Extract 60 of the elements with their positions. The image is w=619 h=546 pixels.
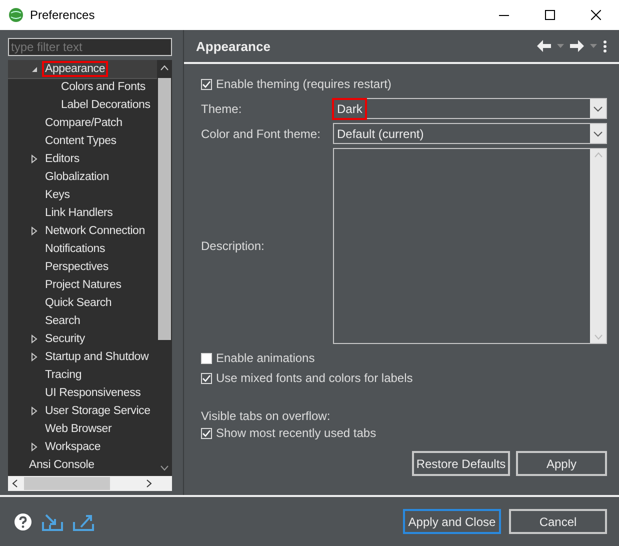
scroll-down-icon[interactable] [160,465,169,471]
export-icon[interactable] [73,512,94,530]
tree-item[interactable]: Search [8,312,157,330]
page-title: Appearance [196,38,272,54]
tree-item[interactable]: Label Decorations [8,96,157,114]
dropdown[interactable]: Default (current) [333,123,607,144]
scroll-left-icon[interactable] [12,479,18,488]
maximize-icon[interactable] [545,10,555,20]
tree-item[interactable]: Security [8,330,157,348]
cancel-button[interactable]: Cancel [509,509,607,534]
tree-item[interactable]: Compare/Patch [8,114,157,132]
checkbox-label[interactable]: Use mixed fonts and colors for labels [216,371,413,385]
dropdown[interactable]: Dark [333,98,607,119]
tree-item[interactable]: Colors and Fonts [8,78,157,96]
tree-item[interactable]: Content Types [8,132,157,150]
apply-button[interactable]: Apply [516,451,607,476]
checkbox-label[interactable]: Show most recently used tabs [216,426,376,440]
tree-item[interactable]: Project Natures [8,276,157,294]
tree-item[interactable]: Keys [8,186,157,204]
checkbox[interactable] [201,428,212,438]
horizontal-scrollbar[interactable] [8,476,172,491]
section-label: Visible tabs on overflow: [201,409,332,423]
tree-item[interactable]: Ansi Console [8,456,157,474]
caret-icon[interactable] [593,106,603,112]
apply-and-close-button[interactable]: Apply and Close [403,509,501,534]
tree-item[interactable]: UI Responsiveness [8,384,157,402]
checkbox-label[interactable]: Enable theming (requires restart) [216,77,392,91]
close-icon[interactable] [591,10,601,20]
tree-item[interactable]: Globalization [8,168,157,186]
app-icon [8,7,24,23]
restore-defaults-button[interactable]: Restore Defaults [412,451,510,476]
tree-item[interactable]: Startup and Shutdow [8,348,157,366]
scroll-right-icon[interactable] [146,479,152,488]
tree-item[interactable]: Tracing [8,366,157,384]
tree-item[interactable]: Link Handlers [8,204,157,222]
tree-item[interactable]: Notifications [8,240,157,258]
menu-icon[interactable] [603,40,607,52]
field-label: Color and Font theme: [201,126,322,140]
help-icon[interactable] [14,512,32,530]
tree-item[interactable]: Workspace [8,438,157,456]
import-icon[interactable] [42,512,63,530]
tree-item[interactable]: Network Connection [8,222,157,240]
field-label: Description: [201,238,266,255]
forward-icon[interactable] [570,40,584,52]
tree-item[interactable]: User Storage Service [8,402,157,420]
tree-item[interactable]: Perspectives [8,258,157,276]
tree-item[interactable]: Web Browser [8,420,157,438]
back-icon[interactable] [537,40,551,52]
checkbox[interactable] [201,372,212,384]
window-title: Preferences [30,8,96,22]
checkbox[interactable] [201,352,212,364]
filter-field[interactable]: type filter text [8,38,172,56]
tree-item[interactable]: Appearance [8,60,157,78]
checkbox-label[interactable]: Enable animations [216,351,315,365]
scroll-up-icon[interactable] [160,65,169,71]
checkbox[interactable] [201,78,212,90]
tree-item[interactable]: Quick Search [8,294,157,312]
caret-icon[interactable] [593,130,603,136]
tree-item[interactable]: Editors [8,150,157,168]
field-label: Theme: [201,102,243,116]
